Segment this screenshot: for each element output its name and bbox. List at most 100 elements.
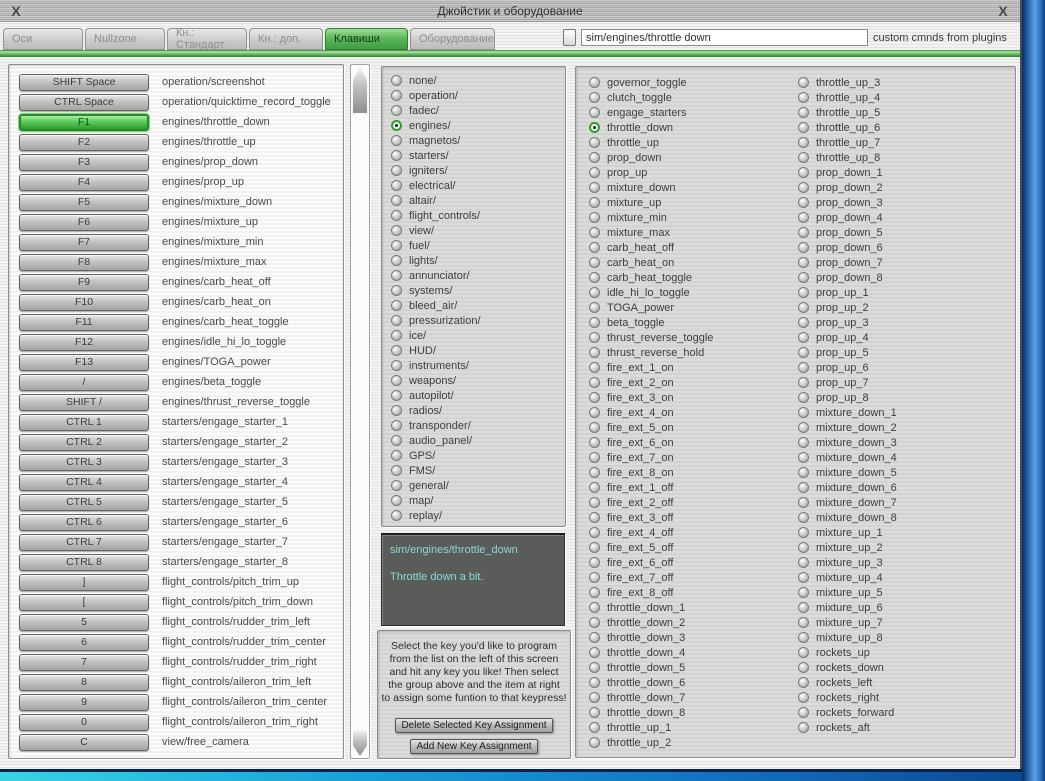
key-list-scrollbar[interactable] bbox=[350, 64, 370, 759]
command-option[interactable]: throttle_down_8 bbox=[589, 705, 713, 720]
command-option[interactable]: rockets_aft bbox=[798, 720, 897, 735]
command-option[interactable]: throttle_down_4 bbox=[589, 645, 713, 660]
command-option[interactable]: mixture_min bbox=[589, 210, 713, 225]
command-option[interactable]: fire_ext_3_on bbox=[589, 390, 713, 405]
key-button[interactable]: CTRL Space bbox=[19, 93, 149, 111]
command-option[interactable]: prop_up_8 bbox=[798, 390, 897, 405]
command-option[interactable]: mixture_up_5 bbox=[798, 585, 897, 600]
category-option[interactable]: lights/ bbox=[391, 253, 565, 268]
command-option[interactable]: prop_down_8 bbox=[798, 270, 897, 285]
command-option[interactable]: rockets_forward bbox=[798, 705, 897, 720]
key-button[interactable]: SHIFT Space bbox=[19, 73, 149, 91]
key-button[interactable]: F4 bbox=[19, 173, 149, 191]
command-option[interactable]: throttle_up_2 bbox=[589, 735, 713, 750]
command-option[interactable]: throttle_up bbox=[589, 135, 713, 150]
command-option[interactable]: prop_down bbox=[589, 150, 713, 165]
category-option[interactable]: HUD/ bbox=[391, 343, 565, 358]
key-button[interactable]: 7 bbox=[19, 653, 149, 671]
key-button[interactable]: 9 bbox=[19, 693, 149, 711]
command-option[interactable]: prop_up_1 bbox=[798, 285, 897, 300]
category-option[interactable]: weapons/ bbox=[391, 373, 565, 388]
category-option[interactable]: magnetos/ bbox=[391, 133, 565, 148]
command-option[interactable]: fire_ext_7_on bbox=[589, 450, 713, 465]
key-button[interactable]: F6 bbox=[19, 213, 149, 231]
key-button[interactable]: CTRL 6 bbox=[19, 513, 149, 531]
category-option[interactable]: instruments/ bbox=[391, 358, 565, 373]
command-option[interactable]: fire_ext_8_on bbox=[589, 465, 713, 480]
category-option[interactable]: operation/ bbox=[391, 88, 565, 103]
command-option[interactable]: throttle_down_5 bbox=[589, 660, 713, 675]
command-option[interactable]: fire_ext_4_off bbox=[589, 525, 713, 540]
command-option[interactable]: prop_up_4 bbox=[798, 330, 897, 345]
category-option[interactable]: starters/ bbox=[391, 148, 565, 163]
category-option[interactable]: map/ bbox=[391, 493, 565, 508]
tab[interactable]: Оси bbox=[3, 28, 83, 50]
key-button[interactable]: / bbox=[19, 373, 149, 391]
category-option[interactable]: radios/ bbox=[391, 403, 565, 418]
command-option[interactable]: prop_down_6 bbox=[798, 240, 897, 255]
key-button[interactable]: CTRL 7 bbox=[19, 533, 149, 551]
command-option[interactable]: mixture_up_8 bbox=[798, 630, 897, 645]
key-button[interactable]: C bbox=[19, 733, 149, 751]
key-button[interactable]: CTRL 8 bbox=[19, 553, 149, 571]
command-option[interactable]: prop_up_6 bbox=[798, 360, 897, 375]
command-option[interactable]: prop_down_2 bbox=[798, 180, 897, 195]
key-button[interactable]: F11 bbox=[19, 313, 149, 331]
command-option[interactable]: fire_ext_6_on bbox=[589, 435, 713, 450]
search-checkbox[interactable] bbox=[563, 29, 576, 46]
scroll-up-handle[interactable] bbox=[353, 67, 367, 113]
command-option[interactable]: mixture_up_6 bbox=[798, 600, 897, 615]
command-option[interactable]: mixture_down_3 bbox=[798, 435, 897, 450]
category-option[interactable]: general/ bbox=[391, 478, 565, 493]
category-option[interactable]: view/ bbox=[391, 223, 565, 238]
key-button[interactable]: F13 bbox=[19, 353, 149, 371]
command-option[interactable]: mixture_up_1 bbox=[798, 525, 897, 540]
command-option[interactable]: prop_up_3 bbox=[798, 315, 897, 330]
command-option[interactable]: idle_hi_lo_toggle bbox=[589, 285, 713, 300]
command-option[interactable]: mixture_max bbox=[589, 225, 713, 240]
key-button[interactable]: 5 bbox=[19, 613, 149, 631]
command-option[interactable]: throttle_up_7 bbox=[798, 135, 897, 150]
command-option[interactable]: throttle_down_7 bbox=[589, 690, 713, 705]
tab[interactable]: Кн.: Стандарт bbox=[167, 27, 247, 51]
command-option[interactable]: mixture_down_1 bbox=[798, 405, 897, 420]
command-option[interactable]: mixture_down_5 bbox=[798, 465, 897, 480]
command-option[interactable]: rockets_up bbox=[798, 645, 897, 660]
command-option[interactable]: throttle_up_5 bbox=[798, 105, 897, 120]
command-option[interactable]: prop_up_5 bbox=[798, 345, 897, 360]
command-option[interactable]: thrust_reverse_hold bbox=[589, 345, 713, 360]
category-option[interactable]: replay/ bbox=[391, 508, 565, 523]
command-option[interactable]: fire_ext_1_off bbox=[589, 480, 713, 495]
key-button[interactable]: F3 bbox=[19, 153, 149, 171]
command-option[interactable]: carb_heat_on bbox=[589, 255, 713, 270]
command-option[interactable]: throttle_down_3 bbox=[589, 630, 713, 645]
category-option[interactable]: engines/ bbox=[391, 118, 565, 133]
category-option[interactable]: fadec/ bbox=[391, 103, 565, 118]
key-button[interactable]: CTRL 4 bbox=[19, 473, 149, 491]
category-option[interactable]: bleed_air/ bbox=[391, 298, 565, 313]
category-option[interactable]: GPS/ bbox=[391, 448, 565, 463]
key-button[interactable]: 8 bbox=[19, 673, 149, 691]
category-option[interactable]: none/ bbox=[391, 73, 565, 88]
command-option[interactable]: carb_heat_toggle bbox=[589, 270, 713, 285]
category-option[interactable]: systems/ bbox=[391, 283, 565, 298]
command-option[interactable]: throttle_up_3 bbox=[798, 75, 897, 90]
command-option[interactable]: clutch_toggle bbox=[589, 90, 713, 105]
command-option[interactable]: mixture_down_4 bbox=[798, 450, 897, 465]
command-option[interactable]: engage_starters bbox=[589, 105, 713, 120]
tab[interactable]: Nullzone bbox=[85, 28, 165, 50]
category-option[interactable]: annunciator/ bbox=[391, 268, 565, 283]
key-button[interactable]: CTRL 2 bbox=[19, 433, 149, 451]
command-option[interactable]: prop_down_4 bbox=[798, 210, 897, 225]
command-option[interactable]: throttle_down_1 bbox=[589, 600, 713, 615]
command-option[interactable]: fire_ext_6_off bbox=[589, 555, 713, 570]
category-option[interactable]: igniters/ bbox=[391, 163, 565, 178]
delete-key-assignment-button[interactable]: Delete Selected Key Assignment bbox=[395, 718, 553, 733]
command-option[interactable]: rockets_right bbox=[798, 690, 897, 705]
command-option[interactable]: carb_heat_off bbox=[589, 240, 713, 255]
command-option[interactable]: fire_ext_3_off bbox=[589, 510, 713, 525]
category-option[interactable]: electrical/ bbox=[391, 178, 565, 193]
command-option[interactable]: fire_ext_4_on bbox=[589, 405, 713, 420]
key-button[interactable]: CTRL 5 bbox=[19, 493, 149, 511]
command-option[interactable]: mixture_down bbox=[589, 180, 713, 195]
